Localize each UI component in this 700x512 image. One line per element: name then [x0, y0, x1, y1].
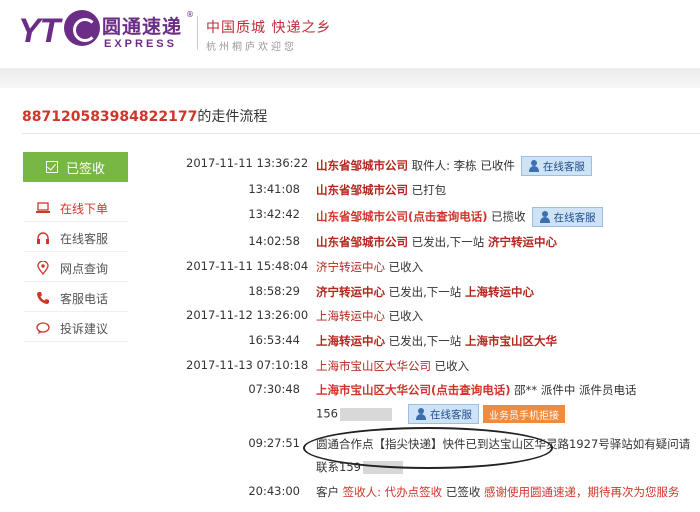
event-text: 济宁转运中心 已收入 [316, 259, 423, 275]
header-slogan: 中国质城 快递之乡 [206, 20, 332, 36]
tracking-number: 887120583984822177 [22, 109, 198, 125]
online-service-button[interactable]: 在线客服 [407, 404, 479, 424]
event-detail: 已签收 [442, 485, 484, 499]
event-site-phone-link[interactable]: 山东省邹城市公司(点击查询电话) [316, 210, 488, 224]
timeline-row: 2017-11-11 13:36:22 山东省邹城市公司 取件人: 李栋 已收件… [0, 156, 700, 176]
event-detail: 取件人: 李栋 已收件 [408, 158, 515, 173]
event-time: 13:26:00 [256, 308, 309, 322]
event-time: 13:41:08 [248, 182, 300, 196]
event-detail: 已发出,下一站 [408, 235, 488, 249]
logo-mark-icon [64, 10, 100, 46]
event-date: 2017-11-11 [186, 259, 253, 273]
timeline-row: 20:43:00 客户 签收人: 代办点签收 已签收 感谢使用圆通速递，期待再次… [0, 484, 700, 502]
logo-english-name: EXPRESS [104, 38, 177, 50]
event-site: 山东省邹城市公司 [316, 183, 408, 197]
event-time: 20:43:00 [248, 484, 300, 498]
event-site: 上海转运中心 [316, 309, 385, 323]
redacted-phone-digits [339, 407, 392, 421]
event-detail: 已收入 [431, 359, 470, 373]
online-service-label: 在线客服 [429, 408, 472, 421]
event-detail: 已发出,下一站 [385, 285, 465, 299]
event-detail: 已收入 [385, 260, 424, 274]
event-text: 山东省邹城市公司 取件人: 李栋 已收件 在线客服 [316, 156, 592, 176]
event-next-stop: 上海市宝山区大华 [464, 334, 557, 348]
event-text: 上海转运中心 已发出,下一站 上海市宝山区大华 [316, 333, 557, 349]
event-site: 济宁转运中心 [316, 260, 385, 274]
event-text: 济宁转运中心 已发出,下一站 上海转运中心 [316, 284, 534, 300]
title-divider [22, 133, 700, 134]
title-suffix: 的走件流程 [197, 109, 268, 125]
event-text: 山东省邹城市公司(点击查询电话) 已揽收 在线客服 [316, 207, 603, 227]
timeline-row: 13:41:08 山东省邹城市公司 已打包 [0, 182, 700, 200]
event-signer: 签收人: 代办点签收 [342, 485, 443, 499]
header-divider [197, 16, 198, 50]
event-thanks: 感谢使用圆通速递，期待再次为您服务 [484, 485, 680, 499]
event-time: 13:36:22 [256, 156, 309, 170]
timeline-row: 16:53:44 上海转运中心 已发出,下一站 上海市宝山区大华 [0, 333, 700, 351]
event-site: 上海市宝山区大华公司 [316, 359, 431, 373]
online-service-button[interactable]: 在线客服 [531, 207, 603, 227]
timeline-row: 07:30:48 上海市宝山区大华公司(点击查询电话) 邵** 派件中 派件员电… [0, 382, 700, 400]
event-detail: 已揽收 [487, 209, 526, 224]
page-title: 887120583984822177的走件流程 [22, 106, 267, 126]
event-time: 16:53:44 [248, 333, 300, 347]
timeline-row: 2017-11-12 13:26:00 上海转运中心 已收入 [0, 308, 700, 326]
event-detail: 已打包 [408, 183, 447, 197]
event-time: 07:30:48 [248, 382, 300, 396]
highlight-ellipse [303, 427, 553, 469]
event-detail: 如有疑问请 [632, 437, 691, 451]
timeline-row: 14:02:58 山东省邹城市公司 已发出,下一站 济宁转运中心 [0, 234, 700, 252]
event-time: 13:42:42 [248, 207, 300, 221]
timeline-row: 2017-11-11 15:48:04 济宁转运中心 已收入 [0, 259, 700, 277]
event-detail: 已收入 [385, 309, 424, 323]
courier-phone: 156 [316, 406, 338, 421]
event-site: 济宁转运中心 [316, 285, 385, 299]
event-detail: 已发出,下一站 [385, 334, 465, 348]
event-time: 14:02:58 [248, 234, 300, 248]
site-header: YT 圆通速递 ® EXPRESS 中国质城 快递之乡 杭州桐庐欢迎您 [0, 0, 700, 68]
event-site-phone-link[interactable]: 上海市宝山区大华公司(点击查询电话) [316, 383, 511, 397]
event-date: 2017-11-11 [186, 156, 253, 170]
header-slogan-sub: 杭州桐庐欢迎您 [206, 42, 297, 53]
event-date: 2017-11-12 [186, 308, 253, 322]
event-time: 09:27:51 [248, 436, 300, 450]
registered-mark: ® [186, 10, 194, 19]
header-band [0, 68, 700, 88]
online-service-label: 在线客服 [542, 160, 585, 173]
customer-service-icon [528, 160, 540, 172]
customer-service-icon [539, 211, 551, 223]
logo-chinese-name: 圆通速递 [102, 16, 183, 38]
timeline-row: 18:58:29 济宁转运中心 已发出,下一站 上海转运中心 [0, 284, 700, 302]
online-service-label: 在线客服 [553, 211, 596, 224]
event-time: 07:10:18 [256, 358, 309, 372]
event-time: 18:58:29 [248, 284, 300, 298]
courier-phone-refused-button[interactable]: 业务员手机拒接 [482, 405, 565, 423]
event-time: 15:48:04 [256, 259, 309, 273]
event-next-stop: 上海转运中心 [464, 285, 534, 299]
event-text: 客户 签收人: 代办点签收 已签收 感谢使用圆通速递，期待再次为您服务 [316, 484, 680, 500]
event-text: 上海转运中心 已收入 [316, 308, 423, 324]
timeline-row: 13:42:42 山东省邹城市公司(点击查询电话) 已揽收 在线客服 [0, 207, 700, 227]
event-actor: 客户 [316, 485, 343, 499]
event-text: 上海市宝山区大华公司 已收入 [316, 358, 469, 374]
timeline-row: 2017-11-13 07:10:18 上海市宝山区大华公司 已收入 [0, 358, 700, 376]
event-site: 上海转运中心 [316, 334, 385, 348]
customer-service-icon [415, 408, 427, 420]
event-text: 上海市宝山区大华公司(点击查询电话) 邵** 派件中 派件员电话 [316, 382, 636, 398]
event-site: 山东省邹城市公司 [316, 235, 408, 249]
event-site: 山东省邹城市公司 [316, 158, 408, 173]
logo-yt-text: YT [18, 12, 60, 50]
timeline-row-continued: 156 在线客服 业务员手机拒接 [316, 404, 565, 424]
event-text: 山东省邹城市公司 已打包 [316, 182, 446, 198]
event-text: 山东省邹城市公司 已发出,下一站 济宁转运中心 [316, 234, 557, 250]
event-detail: 邵** 派件中 派件员电话 [510, 383, 637, 397]
event-date: 2017-11-13 [186, 358, 253, 372]
event-next-stop: 济宁转运中心 [487, 235, 557, 249]
online-service-button[interactable]: 在线客服 [520, 156, 592, 176]
